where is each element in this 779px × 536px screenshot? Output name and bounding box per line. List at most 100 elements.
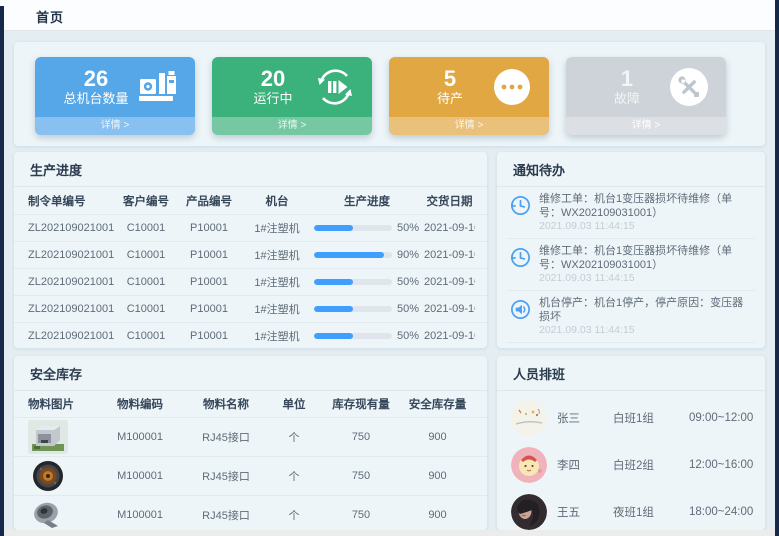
staff-name: 李四 — [557, 457, 613, 473]
progress-track — [314, 306, 392, 312]
staff-schedule-panel: 人员排班 张三 白班1组 09:00~12:00 李四 白班2组 1 — [497, 356, 765, 530]
tab-home[interactable]: 首页 — [36, 7, 64, 26]
cell-product-no: P10001 — [174, 330, 244, 342]
stat-card-waiting[interactable]: 5 待产 详情 > — [389, 57, 549, 135]
col-progress: 生产进度 — [310, 193, 424, 209]
cell-product-no: P10001 — [174, 249, 244, 261]
cell-unit: 个 — [268, 507, 320, 523]
right-edge — [775, 0, 779, 536]
notification-item[interactable]: 机台停产：机台1停产，停产原因：变压器损坏 2021.09.03 11:44:1… — [507, 291, 755, 343]
running-value: 20 — [234, 67, 312, 91]
cell-safety-qty: 900 — [402, 509, 473, 521]
notifications-title: 通知待办 — [497, 152, 765, 187]
fault-label: 故障 — [588, 91, 666, 107]
progress-track — [314, 225, 392, 231]
progress-fill — [314, 225, 353, 231]
staff-shift: 白班2组 — [613, 457, 689, 473]
cell-delivery-date: 2021-09-10 — [424, 303, 475, 315]
tools-icon — [666, 64, 712, 110]
col-material-image: 物料图片 — [28, 396, 96, 412]
col-unit: 单位 — [268, 396, 320, 412]
waiting-detail-link[interactable]: 详情 > — [389, 117, 549, 135]
stock-table-header: 物料图片 物料编码 物料名称 单位 库存现有量 安全库存量 — [14, 391, 487, 417]
notification-item[interactable]: 维修工单：机台1变压器损坏待维修（单号：WX202109031001） 2021… — [507, 239, 755, 291]
production-table-row[interactable]: ZL202109021001 C10001 P10001 1#注塑机 50% 2… — [14, 322, 487, 348]
cell-machine: 1#注塑机 — [244, 274, 310, 290]
cell-delivery-date: 2021-09-10 — [424, 276, 475, 288]
cell-delivery-date: 2021-09-10 — [424, 249, 475, 261]
stock-table-row[interactable]: M100001 RJ45接口 个 750 900 — [14, 456, 487, 495]
progress-track — [314, 333, 392, 339]
cell-customer-no: C10001 — [118, 222, 174, 234]
staff-row[interactable]: 李四 白班2组 12:00~16:00 — [511, 442, 751, 488]
fault-detail-link[interactable]: 详情 > — [566, 117, 726, 135]
production-table-row[interactable]: ZL202109021001 C10001 P10001 1#注塑机 90% 2… — [14, 241, 487, 268]
cell-order-no: ZL202109021001 — [26, 222, 118, 234]
notification-text: 维修工单：机台1变压器损坏待维修（单号：WX202109031001） — [539, 193, 753, 220]
col-product-no: 产品编号 — [174, 193, 244, 209]
total-machines-detail-link[interactable]: 详情 > — [35, 117, 195, 135]
cell-machine: 1#注塑机 — [244, 328, 310, 344]
running-label: 运行中 — [234, 91, 312, 107]
cell-order-no: ZL202109021001 — [26, 303, 118, 315]
col-qty-on-hand: 库存现有量 — [320, 396, 402, 412]
col-delivery-date: 交货日期 — [424, 193, 475, 209]
cell-customer-no: C10001 — [118, 249, 174, 261]
speaker-side-photo — [28, 498, 68, 530]
rj45-connector-photo — [28, 420, 68, 454]
cell-machine: 1#注塑机 — [244, 301, 310, 317]
staff-time: 09:00~12:00 — [689, 412, 757, 424]
cell-qty-on-hand: 750 — [320, 470, 402, 482]
avatar-cartoon — [511, 447, 547, 483]
production-table-row[interactable]: ZL202109021001 C10001 P10001 1#注塑机 50% 2… — [14, 295, 487, 322]
top-tab-bar: 首页 — [4, 0, 775, 31]
progress-fill — [314, 333, 353, 339]
notifications-panel: 通知待办 维修工单：机台1变压器损坏待维修（单号：WX202109031001）… — [497, 152, 765, 348]
notification-text: 机台停产：机台1停产，停产原因：变压器损坏 — [539, 297, 753, 324]
progress-label: 90% — [397, 249, 419, 261]
cell-order-no: ZL202109021001 — [26, 276, 118, 288]
col-machine: 机台 — [244, 193, 310, 209]
progress-fill — [314, 279, 353, 285]
safety-stock-panel: 安全库存 物料图片 物料编码 物料名称 单位 库存现有量 安全库存量 M1000… — [14, 356, 487, 530]
notification-text: 维修工单：机台1变压器损坏待维修（单号：WX202109031001） — [539, 245, 753, 272]
stock-table-row[interactable]: M100001 RJ45接口 个 750 900 — [14, 417, 487, 456]
cell-delivery-date: 2021-09-10 — [424, 330, 475, 342]
progress-fill — [314, 252, 384, 258]
progress-label: 50% — [397, 222, 419, 234]
col-safety-qty: 安全库存量 — [402, 396, 473, 412]
total-machines-value: 26 — [57, 67, 135, 91]
cell-material-code: M100001 — [96, 470, 184, 482]
notification-item[interactable]: 计划暂停：机台1生产计划已暂停 2021.09.03 11:44:15 — [507, 343, 755, 348]
cell-qty-on-hand: 750 — [320, 509, 402, 521]
staff-name: 王五 — [557, 504, 613, 520]
staff-row[interactable]: 王五 夜班1组 18:00~24:00 — [511, 489, 751, 530]
clock-icon — [509, 246, 532, 269]
progress-label: 50% — [397, 276, 419, 288]
notification-time: 2021.09.03 11:44:15 — [539, 324, 753, 337]
running-detail-link[interactable]: 详情 > — [212, 117, 372, 135]
avatar-sketch — [511, 400, 547, 436]
staff-row[interactable]: 张三 白班1组 09:00~12:00 — [511, 395, 751, 441]
stock-table-row[interactable]: M100001 RJ45接口 个 750 900 — [14, 495, 487, 530]
production-table-row[interactable]: ZL202109021001 C10001 P10001 1#注塑机 50% 2… — [14, 268, 487, 295]
machine-icon — [135, 64, 181, 110]
progress-fill — [314, 306, 353, 312]
notification-item[interactable]: 维修工单：机台1变压器损坏待维修（单号：WX202109031001） 2021… — [507, 187, 755, 239]
stat-card-fault[interactable]: 1 故障 — [566, 57, 726, 135]
fault-value: 1 — [588, 67, 666, 91]
running-icon — [312, 64, 358, 110]
avatar-photo — [511, 494, 547, 530]
progress-bar-cell: 50% — [310, 303, 424, 315]
stat-card-total-machines[interactable]: 26 总机台数量 — [35, 57, 195, 135]
staff-shift: 白班1组 — [613, 410, 689, 426]
production-table-row[interactable]: ZL202109021001 C10001 P10001 1#注塑机 50% 2… — [14, 214, 487, 241]
stat-cards-panel: 26 总机台数量 — [14, 42, 765, 146]
progress-label: 50% — [397, 303, 419, 315]
cell-material-code: M100001 — [96, 509, 184, 521]
total-machines-label: 总机台数量 — [57, 91, 135, 107]
ellipsis-icon — [489, 64, 535, 110]
col-material-code: 物料编码 — [96, 396, 184, 412]
stat-card-running[interactable]: 20 运行中 — [212, 57, 372, 135]
dashboard-content: 26 总机台数量 — [4, 31, 775, 530]
